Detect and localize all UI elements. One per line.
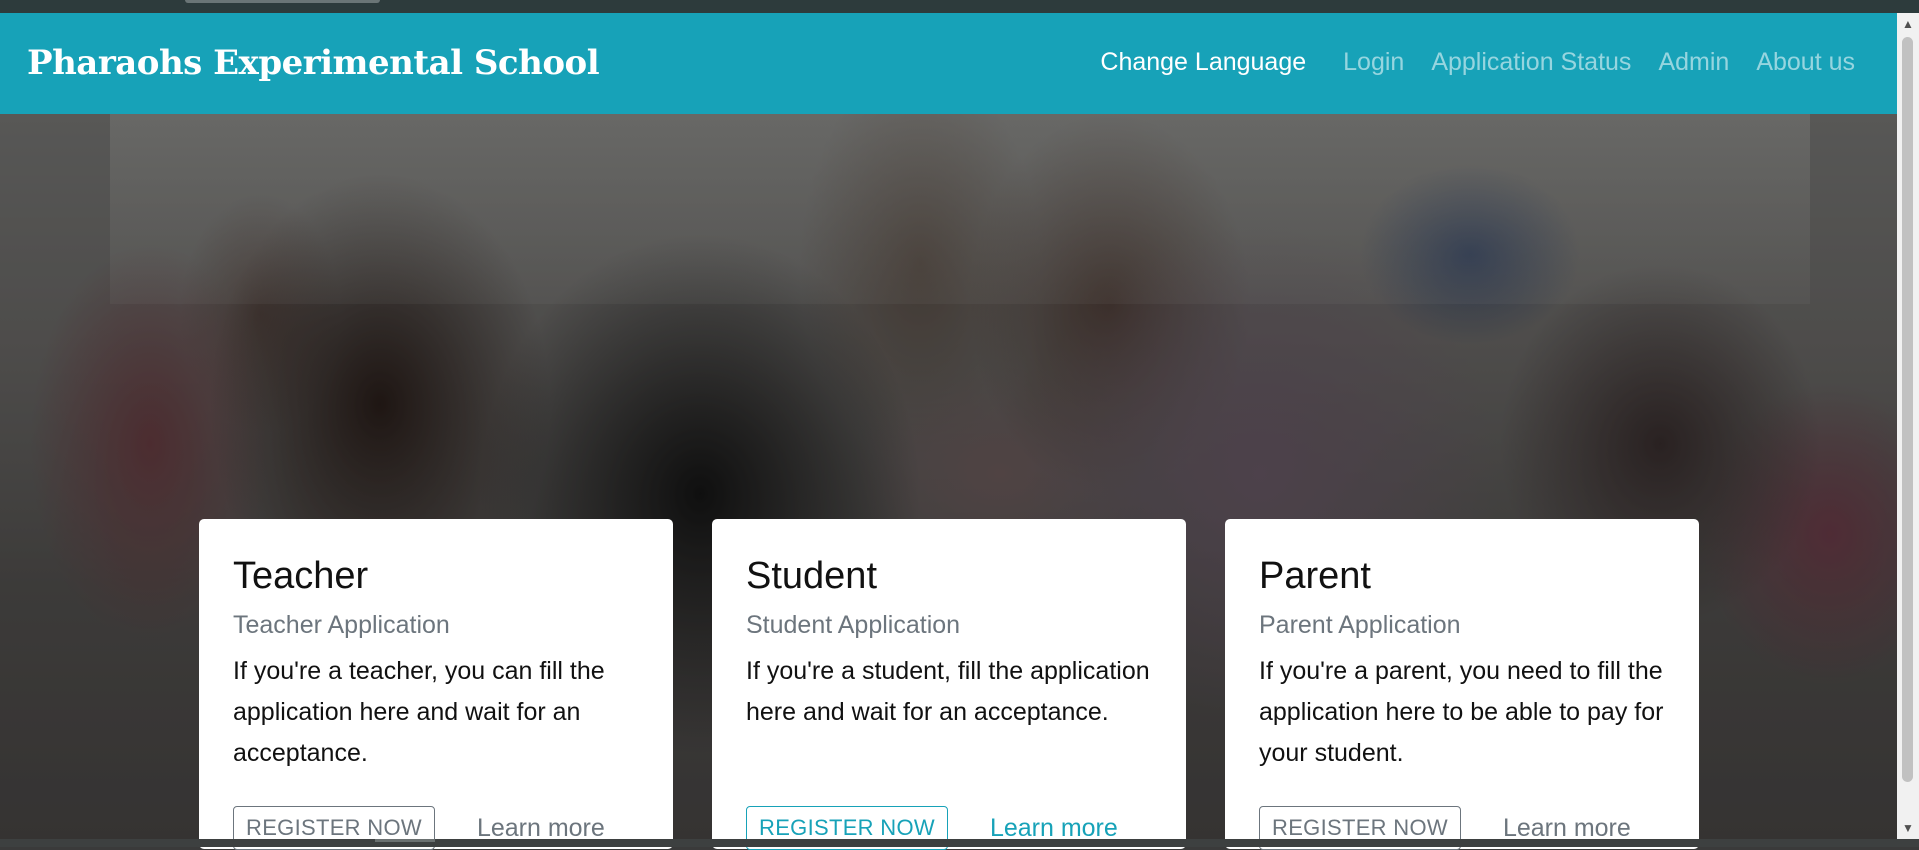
browser-bottom-strip <box>0 839 1919 847</box>
scroll-up-arrow-icon[interactable]: ▲ <box>1897 15 1919 33</box>
card-title: Teacher <box>233 555 369 597</box>
browser-top-strip <box>0 0 1919 13</box>
card-text: If you're a student, fill the applicatio… <box>746 657 1150 726</box>
card-title: Student <box>746 555 877 597</box>
scrollbar-thumb[interactable] <box>1902 37 1913 782</box>
card-subtitle: Student Application <box>746 611 961 639</box>
nav-admin[interactable]: Admin <box>1658 48 1729 77</box>
bottom-strip-hint <box>375 839 435 842</box>
top-navbar: Pharaohs Experimental School Change Lang… <box>0 13 1897 114</box>
nav-login[interactable]: Login <box>1343 48 1404 77</box>
card-subtitle: Teacher Application <box>233 611 450 639</box>
scroll-down-arrow-icon[interactable]: ▼ <box>1897 819 1919 837</box>
page-scrollbar[interactable]: ▲ ▼ <box>1897 13 1919 839</box>
nav-change-language[interactable]: Change Language <box>1100 48 1306 77</box>
nav-application-status[interactable]: Application Status <box>1431 48 1631 77</box>
card-text: If you're a teacher, you can fill the ap… <box>233 657 605 767</box>
browser-tab-hint <box>185 0 380 3</box>
nav-menu: Change Language Login Application Status… <box>1100 48 1855 77</box>
teacher-card: Teacher Teacher Application If you're a … <box>199 519 673 850</box>
card-subtitle: Parent Application <box>1259 611 1461 639</box>
card-title: Parent <box>1259 555 1371 597</box>
parent-card: Parent Parent Application If you're a pa… <box>1225 519 1699 850</box>
nav-about-us[interactable]: About us <box>1756 48 1855 77</box>
brand-title[interactable]: Pharaohs Experimental School <box>27 43 600 83</box>
student-card: Student Student Application If you're a … <box>712 519 1186 850</box>
card-text: If you're a parent, you need to fill the… <box>1259 657 1664 767</box>
